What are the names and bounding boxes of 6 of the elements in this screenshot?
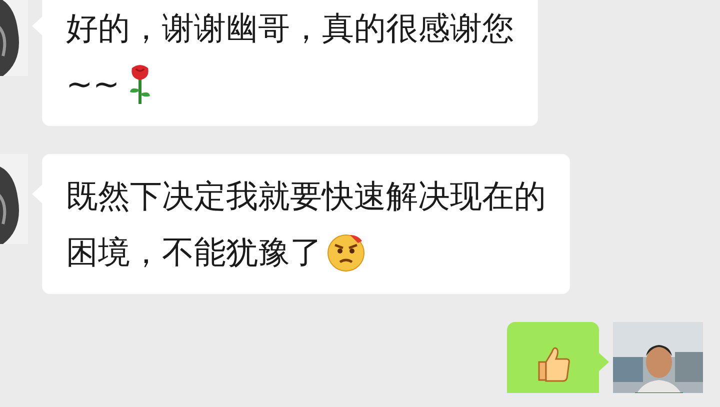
rose-icon — [128, 64, 152, 104]
message-text: 既然下决定我就要快速解决现在的 — [66, 176, 546, 217]
message-text: 好的，谢谢幽哥，真的很感谢您 — [66, 8, 514, 49]
message-text: 困境，不能犹豫了 — [66, 232, 322, 273]
message-text: ~~ — [66, 64, 120, 105]
angry-face-icon — [326, 232, 366, 272]
